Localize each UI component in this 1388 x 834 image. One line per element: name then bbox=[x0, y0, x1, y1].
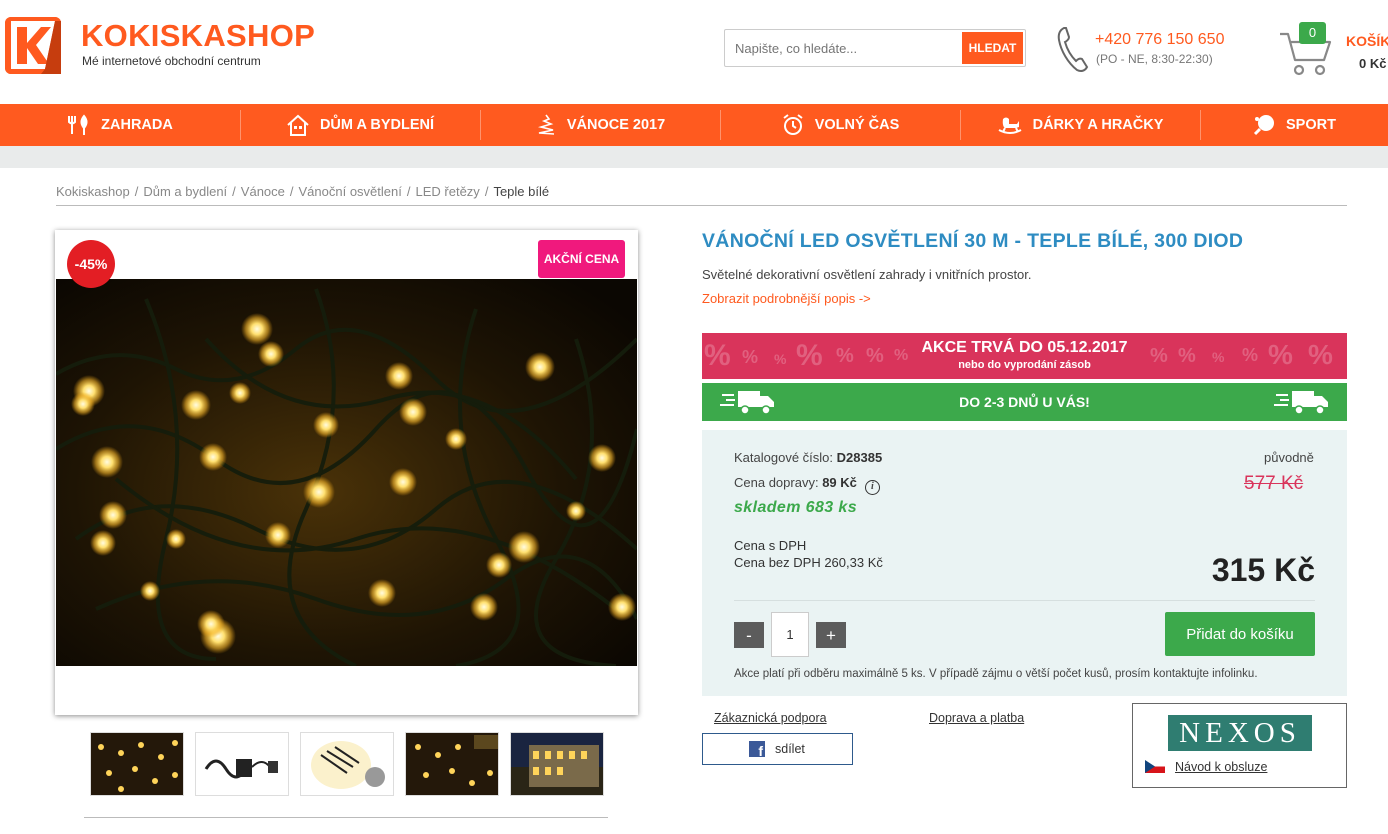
original-price-label: původně bbox=[1264, 450, 1314, 465]
add-to-cart-button[interactable]: Přidat do košíku bbox=[1165, 612, 1315, 656]
stock-status: skladem 683 ks bbox=[734, 499, 858, 516]
customer-support-link[interactable]: Zákaznická podpora bbox=[714, 711, 827, 725]
current-price: 315 Kč bbox=[1211, 552, 1315, 588]
search-input[interactable] bbox=[726, 31, 962, 65]
breadcrumb-separator: / bbox=[484, 184, 489, 199]
nav-label-dum-a-bydleni: DŮM A BYDLENÍ bbox=[319, 117, 435, 133]
share-label: sdílet bbox=[775, 742, 805, 756]
nav-label-darky-a-hracky: DÁRKY A HRAČKY bbox=[1032, 117, 1164, 133]
thumbnail[interactable] bbox=[510, 732, 604, 796]
breadcrumb-separator: / bbox=[406, 184, 411, 199]
alarm-clock-icon bbox=[783, 114, 803, 135]
catalog-label: Katalogové číslo: bbox=[734, 450, 834, 465]
phone-hours: (PO - NE, 8:30-22:30) bbox=[1096, 52, 1213, 66]
breadcrumb: Kokiskashop / Dům a bydlení / Vánoce / Vánoční… bbox=[56, 184, 549, 199]
product-description: Světelné dekorativní osvětlení zahrady i… bbox=[702, 267, 1032, 282]
site-header: KOKISKASHOP Mé internetové obchodní cent… bbox=[0, 0, 1388, 104]
discount-badge: -45% bbox=[67, 240, 115, 288]
brand-logo[interactable]: NEXOS bbox=[1168, 715, 1312, 751]
nav-label-volny-cas: VOLNÝ ČAS bbox=[814, 117, 900, 133]
breadcrumb-separator: / bbox=[289, 184, 294, 199]
purchase-limit-note: Akce platí při odběru maximálně 5 ks. V … bbox=[734, 668, 1258, 680]
thumbnail-image bbox=[406, 733, 498, 795]
main-nav: ZAHRADA DŮM A BYDLENÍ VÁNOCE 2017 VOLNÝ … bbox=[0, 104, 1388, 146]
promo-subtitle: nebo do vyprodání zásob bbox=[958, 359, 1091, 371]
house-icon bbox=[287, 114, 309, 136]
thumbnail[interactable] bbox=[300, 732, 394, 796]
delivery-banner: DO 2-3 DNŮ U VÁS! bbox=[702, 383, 1347, 421]
breadcrumb-separator: / bbox=[232, 184, 236, 199]
breadcrumb-link[interactable]: Vánoce bbox=[241, 184, 285, 199]
thumbnail-image bbox=[511, 733, 603, 795]
original-price: 577 Kč bbox=[1244, 473, 1304, 494]
nav-label-zahrada: ZAHRADA bbox=[101, 117, 173, 133]
czech-flag-icon bbox=[1145, 760, 1165, 773]
thumbnail-image bbox=[301, 733, 393, 795]
cart-total: 0 Kč bbox=[1359, 56, 1387, 71]
thumbnail-image bbox=[91, 733, 183, 795]
thumbnail[interactable] bbox=[405, 732, 499, 796]
logo-text[interactable]: KOKISKASHOP bbox=[81, 18, 315, 54]
logo-tagline: Mé internetové obchodní centrum bbox=[82, 54, 261, 68]
rocking-horse-icon bbox=[998, 117, 1022, 134]
product-main-image[interactable] bbox=[56, 279, 637, 666]
facebook-share-button[interactable]: f sdílet bbox=[702, 733, 853, 765]
nav-item-sport[interactable]: SPORT bbox=[1200, 104, 1388, 146]
phone-icon bbox=[1057, 27, 1089, 72]
shipping-payment-link[interactable]: Doprava a platba bbox=[929, 711, 1024, 725]
more-description-link[interactable]: Zobrazit podrobnější popis -> bbox=[702, 291, 871, 306]
nav-item-dum-a-bydleni[interactable]: DŮM A BYDLENÍ bbox=[240, 104, 480, 146]
thumbnail-image bbox=[196, 733, 288, 795]
ping-pong-icon bbox=[1253, 115, 1275, 136]
catalog-number: Katalogové číslo: D28385 bbox=[734, 450, 882, 465]
breadcrumb-link[interactable]: Kokiskashop bbox=[56, 184, 130, 199]
quantity-input[interactable] bbox=[771, 612, 809, 657]
cart-count-badge: 0 bbox=[1299, 22, 1326, 44]
thumbnail-divider bbox=[84, 817, 608, 818]
product-title: VÁNOČNÍ LED OSVĚTLENÍ 30 M - TEPLE BÍLÉ,… bbox=[702, 230, 1244, 252]
price-with-vat-label: Cena s DPH bbox=[734, 538, 807, 553]
nav-label-sport: SPORT bbox=[1286, 117, 1336, 133]
logo-icon[interactable] bbox=[5, 17, 61, 74]
nav-divider-bar bbox=[0, 146, 1388, 168]
breadcrumb-separator: / bbox=[134, 184, 139, 199]
info-icon[interactable]: i bbox=[864, 480, 880, 495]
nav-label-vanoce-2017: VÁNOCE 2017 bbox=[566, 117, 666, 133]
manual-link[interactable]: Návod k obsluze bbox=[1175, 760, 1267, 774]
shipping-value: 89 Kč bbox=[822, 475, 857, 490]
promo-title: AKCE TRVÁ DO 05.12.2017 bbox=[921, 339, 1128, 356]
search-box: HLEDAT bbox=[724, 29, 1026, 67]
thumbnail[interactable] bbox=[195, 732, 289, 796]
breadcrumb-current: Teple bílé bbox=[493, 184, 550, 199]
catalog-value: D28385 bbox=[836, 450, 883, 465]
breadcrumb-link[interactable]: LED řetězy bbox=[416, 184, 480, 199]
nav-item-zahrada[interactable]: ZAHRADA bbox=[0, 104, 240, 146]
sale-badge: AKČNÍ CENA bbox=[538, 240, 625, 278]
breadcrumb-divider bbox=[56, 205, 1347, 206]
brand-box: NEXOS Návod k obsluze bbox=[1132, 703, 1347, 788]
nav-item-vanoce-2017[interactable]: VÁNOCE 2017 bbox=[480, 104, 720, 146]
breadcrumb-link[interactable]: Vánoční osvětlení bbox=[299, 184, 402, 199]
delivery-truck-icon bbox=[1274, 391, 1328, 415]
christmas-tree-icon bbox=[537, 114, 554, 135]
promo-banner: % % % % % % % % % % % % % AKCE TRVÁ DO 0… bbox=[702, 333, 1347, 379]
nav-item-volny-cas[interactable]: VOLNÝ ČAS bbox=[720, 104, 960, 146]
breadcrumb-link[interactable]: Dům a bydlení bbox=[143, 184, 227, 199]
shipping-price: Cena dopravy: 89 Kč i bbox=[734, 475, 880, 495]
nav-item-darky-a-hracky[interactable]: DÁRKY A HRAČKY bbox=[960, 104, 1200, 146]
buy-box-divider bbox=[734, 600, 1315, 601]
thumbnail[interactable] bbox=[90, 732, 184, 796]
price-without-vat: Cena bez DPH 260,33 Kč bbox=[734, 555, 883, 570]
quantity-decrease-button[interactable]: - bbox=[734, 622, 764, 648]
delivery-text: DO 2-3 DNŮ U VÁS! bbox=[959, 394, 1090, 410]
garden-tools-icon bbox=[68, 114, 88, 135]
cart-label[interactable]: KOŠÍK bbox=[1346, 33, 1388, 49]
shipping-label: Cena dopravy: bbox=[734, 475, 819, 490]
buy-box: Katalogové číslo: D28385 Cena dopravy: 8… bbox=[702, 430, 1347, 696]
quantity-increase-button[interactable]: + bbox=[816, 622, 846, 648]
phone-number[interactable]: +420 776 150 650 bbox=[1095, 31, 1224, 49]
search-button[interactable]: HLEDAT bbox=[962, 32, 1023, 64]
facebook-icon: f bbox=[749, 741, 765, 757]
